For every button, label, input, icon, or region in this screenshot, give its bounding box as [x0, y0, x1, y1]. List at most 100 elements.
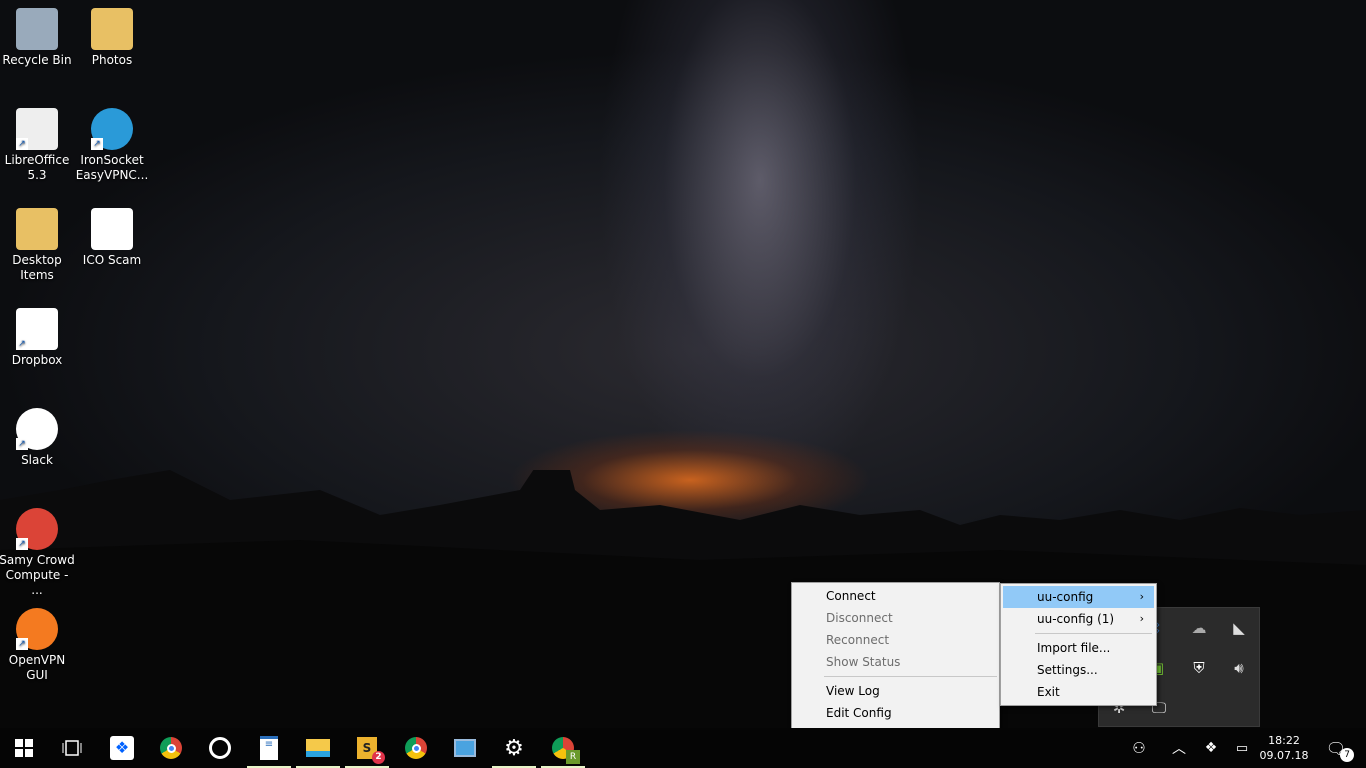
clock-date: 09.07.18	[1259, 749, 1309, 762]
document-icon	[91, 208, 133, 250]
battery-button[interactable]: ▭	[1228, 728, 1256, 768]
taskbar-control-panel[interactable]	[441, 728, 489, 768]
taskbar-dropbox[interactable]: ❖	[98, 728, 146, 768]
dropbox-icon: ❖	[1204, 740, 1218, 756]
menu-item-label: Import file...	[1037, 641, 1111, 655]
battery-charging-icon: ▭	[1235, 740, 1249, 756]
desktop-icon-label: Desktop Items	[12, 253, 62, 282]
clock-time: 18:22	[1268, 734, 1300, 747]
taskbar-settings[interactable]: ⚙	[490, 728, 538, 768]
clock[interactable]: 18:22 09.07.18	[1259, 728, 1309, 768]
start-button[interactable]	[0, 728, 48, 768]
cortana-button[interactable]	[196, 728, 244, 768]
desktop-icon-label: Samy Crowd Compute - ...	[0, 553, 75, 597]
menu-separator	[1035, 633, 1152, 634]
tray-dropbox[interactable]: ❖	[1198, 728, 1224, 768]
menu-item-show-status: Show Status	[826, 655, 901, 669]
desktop-icon[interactable]: ↗ LibreOffice 5.3	[0, 108, 75, 183]
desktop-icon[interactable]: ↗ OpenVPN GUI	[0, 608, 75, 683]
task-view-button[interactable]	[48, 728, 96, 768]
submenu-item-import-file[interactable]: Import file...	[1003, 637, 1154, 659]
taskbar-chrome-user[interactable]	[392, 728, 440, 768]
submenu-item-uu-config-1[interactable]: uu-config (1) ›	[1003, 608, 1154, 630]
show-hidden-icons-button[interactable]: ︿	[1166, 728, 1192, 768]
desktop-icon-label: LibreOffice 5.3	[4, 153, 70, 182]
chrome-icon	[405, 737, 427, 759]
openvpn-icon: ↗	[16, 608, 58, 650]
slack-icon: S2	[357, 737, 385, 764]
onedrive-icon[interactable]: ☁	[1187, 616, 1211, 640]
security-shield-icon[interactable]: ⛨	[1187, 656, 1211, 680]
shortcut-arrow-icon: ↗	[16, 638, 28, 650]
cortana-icon	[209, 737, 231, 759]
gear-icon: ⚙	[504, 735, 524, 761]
notification-count: 7	[1340, 747, 1355, 762]
chrome-icon: ↗	[16, 508, 58, 550]
desktop-icon-label: ICO Scam	[82, 253, 142, 267]
menu-item-label: Settings...	[1037, 663, 1098, 677]
taskbar-chrome-profile[interactable]: R	[539, 728, 587, 768]
network-app-icon[interactable]: ◣	[1227, 616, 1251, 640]
desktop-icon-label: IronSocket EasyVPNC...	[75, 153, 149, 182]
desktop-icon[interactable]: ↗ Dropbox	[0, 308, 75, 368]
taskbar-libreoffice-writer[interactable]: ≡	[245, 728, 293, 768]
action-center-button[interactable]: 🗨︎ 7	[1318, 728, 1355, 768]
slack-icon: ↗	[16, 408, 58, 450]
desktop-icon[interactable]: Recycle Bin	[0, 8, 75, 68]
folder-icon	[16, 208, 58, 250]
menu-separator	[824, 676, 997, 677]
shortcut-arrow-icon: ↗	[91, 138, 103, 150]
submenu-item-uu-config[interactable]: uu-config ›	[1003, 586, 1154, 608]
dropbox-icon: ❖	[110, 736, 134, 760]
ironsocket-icon: ↗	[91, 108, 133, 150]
profile-badge: R	[566, 750, 580, 764]
dropbox-icon: ↗	[16, 308, 58, 350]
taskbar-chrome[interactable]	[147, 728, 195, 768]
desktop-icon-label: Photos	[91, 53, 133, 67]
menu-item-edit-config[interactable]: Edit Config	[792, 702, 999, 724]
chevron-right-icon: ›	[1139, 612, 1144, 625]
menu-item-disconnect: Disconnect	[826, 611, 893, 625]
taskbar-file-explorer[interactable]	[294, 728, 342, 768]
desktop-icon[interactable]: ↗ IronSocket EasyVPNC...	[74, 108, 150, 183]
writer-icon: ≡	[260, 736, 278, 760]
shortcut-arrow-icon: ↗	[16, 338, 28, 350]
desktop-icon[interactable]: ↗ Samy Crowd Compute - ...	[0, 508, 75, 598]
desktop-icon[interactable]: Photos	[74, 8, 150, 68]
shortcut-arrow-icon: ↗	[16, 538, 28, 550]
desktop-icon-label: Dropbox	[11, 353, 63, 367]
volume-icon[interactable]: 🔊︎	[1227, 656, 1251, 680]
task-view-icon	[62, 740, 82, 756]
desktop-icon-label: Slack	[21, 453, 53, 467]
shortcut-arrow-icon: ↗	[16, 438, 28, 450]
chevron-up-icon: ︿	[1172, 741, 1186, 757]
taskbar-slack[interactable]: S2	[343, 728, 391, 768]
folder-icon	[306, 739, 330, 757]
libreoffice-icon: ↗	[16, 108, 58, 150]
menu-item-label: Exit	[1037, 685, 1060, 699]
taskbar: ❖ ≡ S2 ⚙ R	[0, 728, 1366, 768]
submenu-item-exit[interactable]: Exit	[1003, 681, 1154, 703]
recycle-bin-icon	[16, 8, 58, 50]
submenu-item-settings[interactable]: Settings...	[1003, 659, 1154, 681]
chrome-icon	[160, 737, 182, 759]
desktop-icon[interactable]: ↗ Slack	[0, 408, 75, 468]
menu-item-view-log[interactable]: View Log	[792, 680, 999, 702]
control-panel-icon	[454, 739, 476, 757]
menu-item-connect[interactable]: Connect	[792, 585, 999, 607]
desktop-icon-label: OpenVPN GUI	[8, 653, 66, 682]
notification-badge: 2	[372, 751, 385, 764]
openvpn-submenu: uu-config › uu-config (1) › Import file... Se…	[1000, 583, 1157, 706]
desktop-icon[interactable]: ICO Scam	[74, 208, 150, 268]
people-icon: ⚇	[1132, 739, 1146, 757]
windows-icon	[15, 739, 33, 757]
openvpn-context-menu: Connect Disconnect Reconnect Show Status Vie…	[791, 582, 1000, 749]
chevron-right-icon: ›	[1139, 590, 1144, 603]
shortcut-arrow-icon: ↗	[16, 138, 28, 150]
people-button[interactable]: ⚇	[1124, 728, 1154, 768]
desktop-icon[interactable]: Desktop Items	[0, 208, 75, 283]
menu-item-label: uu-config (1)	[1037, 612, 1115, 626]
chrome-icon: R	[552, 737, 580, 764]
notifications-icon: 🗨︎ 7	[1326, 739, 1355, 762]
menu-item-reconnect: Reconnect	[826, 633, 890, 647]
